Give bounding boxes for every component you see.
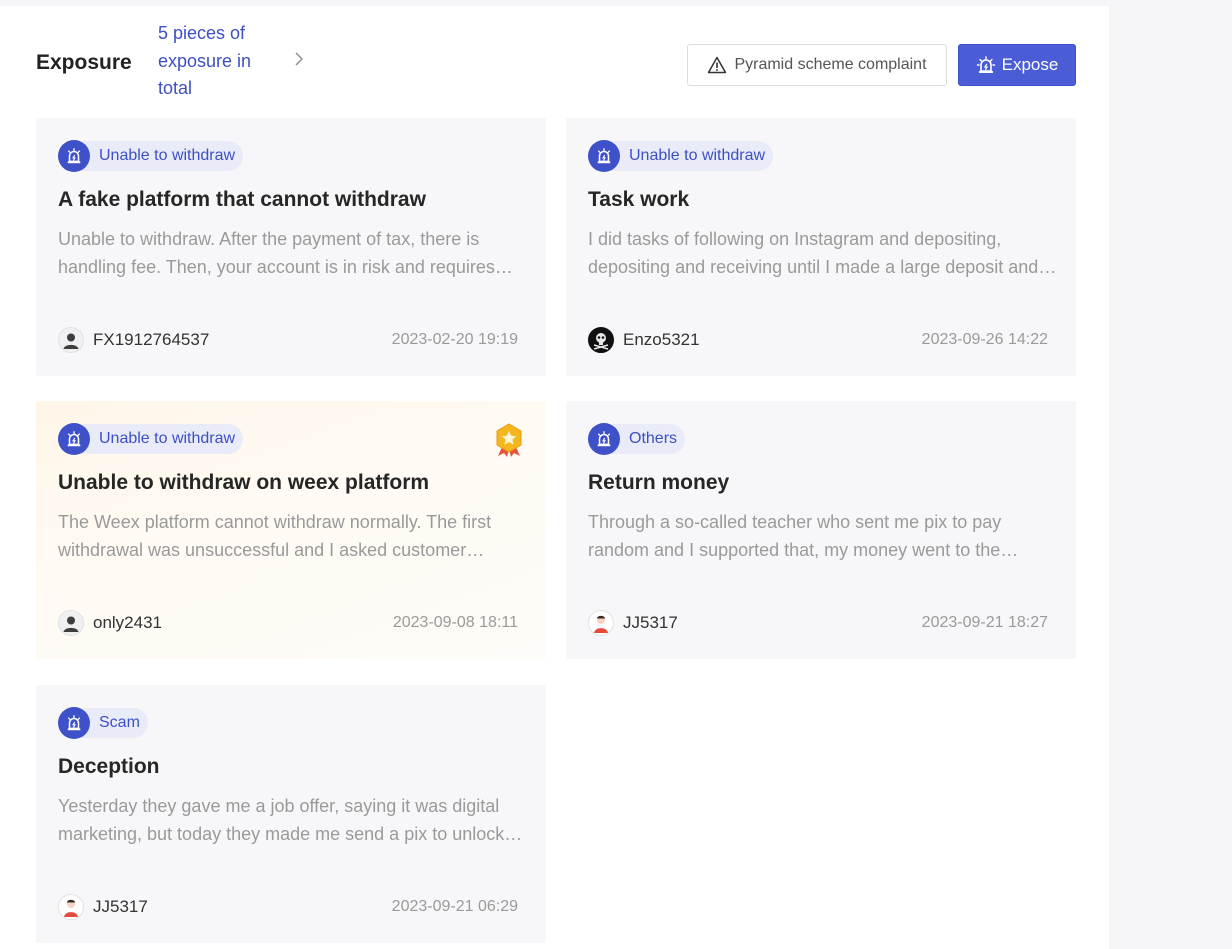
category-tag-label: Unable to withdraw	[82, 424, 244, 454]
card-title[interactable]: Unable to withdraw on weex platform	[58, 471, 528, 495]
card-title[interactable]: Task work	[588, 188, 1058, 212]
alarm-siren-icon	[58, 707, 90, 739]
avatar	[58, 327, 84, 353]
author-name: FX1912764537	[93, 330, 210, 349]
category-tag-label: Scam	[82, 708, 148, 738]
category-tag-label: Unable to withdraw	[82, 141, 244, 171]
alarm-siren-icon	[588, 140, 620, 172]
author-name: Enzo5321	[623, 330, 700, 349]
exposure-panel: Exposure 5 pieces of exposure in total P…	[0, 6, 1109, 949]
warning-triangle-icon	[708, 56, 727, 74]
card-title[interactable]: Return money	[588, 471, 1058, 495]
category-tag: Others	[588, 423, 686, 455]
card-author: Enzo5321	[588, 327, 700, 353]
alarm-siren-icon	[588, 423, 620, 455]
author-name: JJ5317	[93, 897, 148, 916]
alarm-siren-icon	[58, 423, 90, 455]
expose-button-label: Expose	[1001, 55, 1059, 74]
card-author: only2431	[58, 610, 162, 636]
complaint-button-label: Pyramid scheme complaint	[734, 56, 927, 73]
card-date: 2023-02-20 19:19	[391, 331, 518, 348]
page-title: Exposure	[36, 51, 132, 74]
alarm-siren-icon	[976, 56, 995, 73]
pyramid-scheme-complaint-button[interactable]: Pyramid scheme complaint	[687, 44, 947, 86]
card-title[interactable]: A fake platform that cannot withdraw	[58, 188, 528, 212]
card-description: Yesterday they gave me a job offer, sayi…	[58, 796, 505, 844]
avatar	[58, 610, 84, 636]
card-author: FX1912764537	[58, 327, 209, 353]
category-tag-label: Others	[612, 424, 686, 454]
card-description: Unable to withdraw. After the payment of…	[58, 229, 495, 277]
card-date: 2023-09-26 14:22	[921, 331, 1048, 348]
card-description: The Weex platform cannot withdraw normal…	[58, 512, 492, 560]
card-description: Through a so-called teacher who sent me …	[588, 512, 1002, 560]
category-tag: Unable to withdraw	[58, 140, 244, 172]
exposure-card[interactable]: Others Return money Through a so-called …	[566, 401, 1076, 659]
exposure-card-featured[interactable]: Unable to withdraw Unable to withdraw on…	[36, 401, 546, 659]
exposure-count-link[interactable]: 5 pieces of exposure in total	[158, 20, 278, 103]
card-date: 2023-09-08 18:11	[392, 614, 518, 631]
card-author: JJ5317	[588, 610, 678, 636]
gold-star-badge-icon	[496, 423, 522, 457]
avatar	[588, 610, 614, 636]
card-title[interactable]: Deception	[58, 755, 528, 779]
category-tag-label: Unable to withdraw	[612, 141, 774, 171]
card-author: JJ5317	[58, 894, 148, 920]
category-tag: Scam	[58, 707, 148, 739]
avatar	[58, 894, 84, 920]
expose-button[interactable]: Expose	[958, 44, 1076, 86]
exposure-card[interactable]: Unable to withdraw Task work I did tasks…	[566, 118, 1076, 376]
author-name: only2431	[93, 613, 163, 632]
exposure-card[interactable]: Scam Deception Yesterday they gave me a …	[36, 685, 546, 943]
category-tag: Unable to withdraw	[58, 423, 244, 455]
category-tag: Unable to withdraw	[588, 140, 774, 172]
avatar	[588, 327, 614, 353]
exposure-card[interactable]: Unable to withdraw A fake platform that …	[36, 118, 546, 376]
chevron-right-icon[interactable]	[292, 50, 306, 68]
exposure-header: Exposure 5 pieces of exposure in total P…	[36, 20, 1076, 110]
author-name: JJ5317	[623, 613, 678, 632]
alarm-siren-icon	[58, 140, 90, 172]
card-date: 2023-09-21 06:29	[391, 898, 518, 915]
card-description: I did tasks of following on Instagram an…	[588, 229, 1039, 277]
card-date: 2023-09-21 18:27	[921, 614, 1048, 631]
